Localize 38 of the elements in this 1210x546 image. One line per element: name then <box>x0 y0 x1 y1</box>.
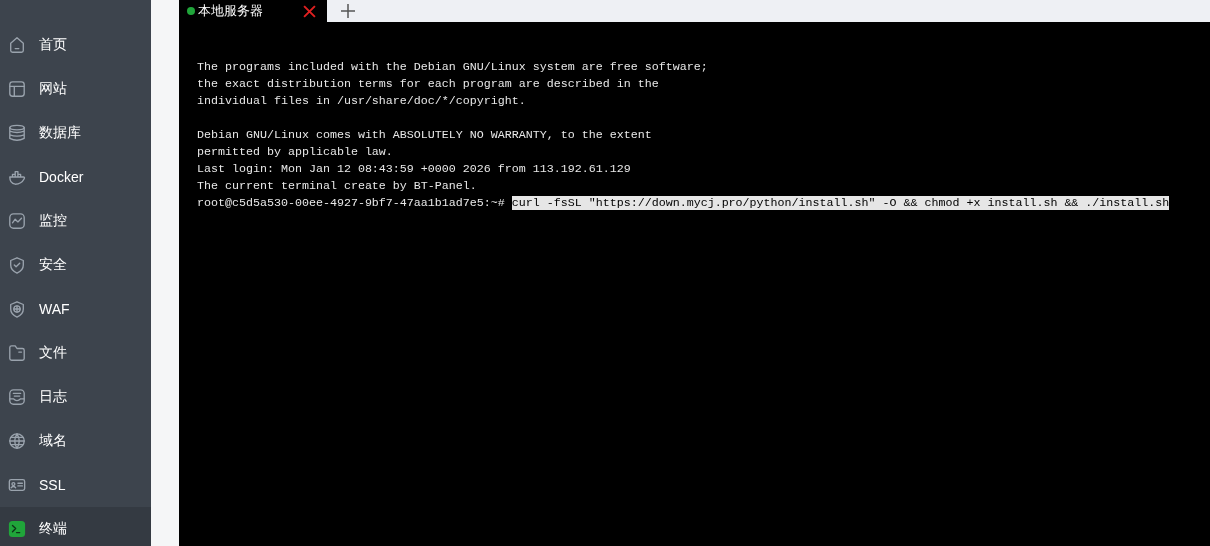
close-icon[interactable] <box>303 4 316 18</box>
sidebar-item[interactable]: 安全 <box>0 243 151 287</box>
sidebar-item[interactable]: 数据库 <box>0 111 151 155</box>
whale-icon <box>8 168 26 186</box>
terminal-line: the exact distribution terms for each program are described in the <box>197 76 660 93</box>
folder-icon <box>8 344 26 362</box>
terminal-screen[interactable] <box>179 22 1210 546</box>
database-icon <box>8 124 26 142</box>
terminal-line: The current terminal create by BT-Panel. <box>197 178 478 195</box>
sidebar-item[interactable]: 网站 <box>0 67 151 111</box>
command-text: curl -fsSL "https://down.mycj.pro/python/install.sh" -O && chmod +x install.sh && ./install.sh <box>511 196 1170 210</box>
terminal-line: individual files in /usr/share/doc/*/copyright. <box>197 93 527 110</box>
sidebar-item[interactable]: 终端 <box>0 507 151 546</box>
globe-icon <box>8 432 26 450</box>
terminal-tab[interactable]: 本地服务器 <box>179 0 327 22</box>
sidebar-item[interactable]: WAF <box>0 287 151 331</box>
sidebar-item[interactable]: 域名 <box>0 419 151 463</box>
window-icon <box>8 80 26 98</box>
terminal-line: permitted by applicable law. <box>197 144 394 161</box>
shield-icon <box>8 256 26 274</box>
add-tab-icon[interactable] <box>341 4 355 18</box>
chart-icon <box>8 212 26 230</box>
sidebar-item[interactable]: 文件 <box>0 331 151 375</box>
status-dot <box>187 7 195 15</box>
shield-globe-icon <box>8 300 26 318</box>
terminal-line: Last login: Mon Jan 12 08:43:59 +0000 2026 from 113.192.61.129 <box>197 161 632 178</box>
terminal-line: The programs included with the Debian GNU/Linux system are free software; <box>197 59 709 76</box>
sidebar-item[interactable]: 监控 <box>0 199 151 243</box>
sidebar-item[interactable]: Docker <box>0 155 151 199</box>
sidebar-item[interactable]: 首页 <box>0 23 151 67</box>
terminal-line: Debian GNU/Linux comes with ABSOLUTELY NO WARRANTY, to the extent <box>197 127 653 144</box>
shell-prompt: root@c5d5a530-00ee-4927-9bf7-47aa1b1ad7e5:~# <box>197 196 505 210</box>
home-icon <box>8 36 26 54</box>
tray-icon <box>8 388 26 406</box>
sidebar-item[interactable]: SSL <box>0 463 151 507</box>
id-card-icon <box>8 476 26 494</box>
sidebar-item[interactable]: 日志 <box>0 375 151 419</box>
terminal-icon <box>8 520 26 538</box>
